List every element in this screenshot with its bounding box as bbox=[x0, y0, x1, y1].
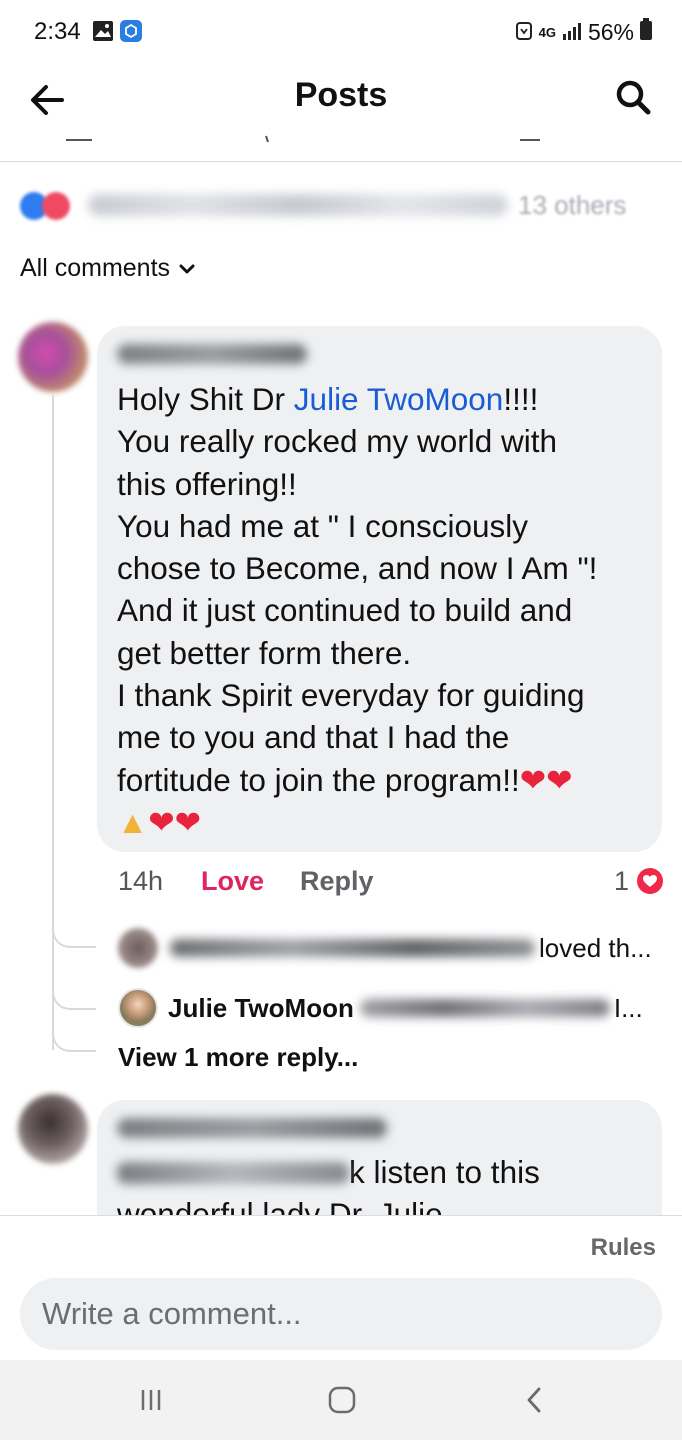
comment-line: I thank Spirit everyday for guiding bbox=[117, 677, 585, 714]
thread-branch bbox=[52, 988, 96, 1010]
reaction-icons bbox=[20, 188, 84, 222]
commenter-avatar[interactable] bbox=[18, 1094, 88, 1164]
folded-hands-emoji-icon: ▲ bbox=[117, 803, 149, 840]
comment-line: And it just continued to build and bbox=[117, 592, 573, 629]
battery-level: 56% bbox=[587, 18, 634, 45]
comment-input[interactable] bbox=[20, 1278, 662, 1350]
blurred-author-name bbox=[117, 344, 307, 364]
thread-branch bbox=[52, 926, 96, 948]
home-icon bbox=[327, 1385, 357, 1420]
rules-link[interactable]: Rules bbox=[591, 1234, 656, 1262]
chevron-down-icon bbox=[178, 254, 196, 283]
search-button[interactable] bbox=[614, 78, 654, 118]
blurred-reactor-names bbox=[88, 194, 508, 216]
blurred-reply-text bbox=[359, 999, 610, 1017]
love-reaction-icon bbox=[42, 192, 70, 220]
comment-line: this offering!! bbox=[117, 465, 297, 502]
comment-filter-label: All comments bbox=[20, 254, 171, 282]
comment-footer: Rules bbox=[0, 1215, 682, 1360]
reply-snippet: I... bbox=[613, 992, 643, 1023]
status-bar: 2:34 4G 56% bbox=[0, 0, 682, 62]
comment-filter-dropdown[interactable]: All comments bbox=[20, 254, 196, 283]
battery-icon bbox=[640, 18, 652, 46]
reply-snippet: loved th... bbox=[539, 932, 652, 963]
love-button[interactable]: Love bbox=[201, 866, 264, 897]
blurred-author-name bbox=[117, 1118, 387, 1138]
chevron-left-icon bbox=[524, 1386, 544, 1419]
comment-line: fortitude to join the program!!❤❤ bbox=[117, 761, 573, 798]
comment-line: You had me at " I consciously bbox=[117, 507, 529, 544]
page-title: Posts bbox=[294, 76, 388, 114]
comment-line: You really rocked my world with bbox=[117, 423, 558, 460]
reaction-count[interactable]: 1 bbox=[614, 866, 629, 897]
blurred-mention bbox=[117, 1161, 349, 1184]
gallery-icon bbox=[92, 20, 114, 47]
cut-off-content bbox=[66, 135, 540, 143]
signal-icon bbox=[562, 19, 582, 46]
search-icon bbox=[614, 80, 654, 122]
app-notification-icon bbox=[120, 20, 142, 47]
app-header: Posts bbox=[0, 62, 682, 162]
comment-actions: 14h Love Reply 1 bbox=[118, 862, 663, 902]
reply-avatar bbox=[118, 988, 158, 1028]
reply-preview[interactable]: loved th... bbox=[118, 926, 663, 970]
recent-apps-icon bbox=[138, 1388, 164, 1417]
two-hearts-emoji-icon: ❤❤ bbox=[519, 761, 573, 798]
reply-preview[interactable]: Julie TwoMoon I... bbox=[118, 986, 663, 1030]
network-type: 4G bbox=[538, 24, 556, 40]
mention-link[interactable]: Julie TwoMoon bbox=[294, 381, 504, 417]
reply-avatar bbox=[118, 928, 158, 968]
blurred-reply-author bbox=[170, 939, 535, 957]
two-hearts-emoji-icon: ❤❤ bbox=[148, 803, 201, 840]
thread-branch bbox=[52, 1030, 96, 1052]
comment-timestamp: 14h bbox=[118, 866, 164, 896]
status-right: 4G 56% bbox=[515, 18, 652, 46]
reactions-others-count: 13 others bbox=[518, 189, 627, 220]
comment-bubble[interactable]: Holy Shit Dr Julie TwoMoon!!!! You reall… bbox=[97, 326, 662, 852]
thread-line bbox=[52, 395, 54, 1050]
back-nav-button[interactable] bbox=[514, 1382, 554, 1422]
comment-line: chose to Become, and now I Am "! bbox=[117, 550, 598, 587]
comment-line: me to you and that I had the bbox=[117, 719, 510, 756]
comment-line: Holy Shit Dr Julie TwoMoon!!!! bbox=[117, 381, 539, 417]
heart-reaction-icon[interactable] bbox=[637, 868, 663, 894]
status-time: 2:34 bbox=[34, 18, 81, 45]
comment-line: k listen to this bbox=[117, 1154, 540, 1191]
comment-text: Holy Shit Dr Julie TwoMoon!!!! You reall… bbox=[117, 378, 652, 843]
alarm-icon bbox=[515, 19, 533, 46]
reactions-summary[interactable]: 13 others bbox=[20, 185, 660, 225]
comment-line: get better form there. bbox=[117, 634, 412, 671]
comment-line: ▲❤❤ bbox=[117, 801, 652, 843]
commenter-avatar[interactable] bbox=[18, 322, 88, 392]
recent-apps-button[interactable] bbox=[131, 1382, 171, 1422]
reply-author-name[interactable]: Julie TwoMoon bbox=[168, 993, 354, 1024]
reply-button[interactable]: Reply bbox=[300, 866, 374, 897]
view-more-replies-link[interactable]: View 1 more reply... bbox=[118, 1042, 358, 1073]
home-button[interactable] bbox=[322, 1382, 362, 1422]
system-nav-bar bbox=[0, 1360, 682, 1440]
